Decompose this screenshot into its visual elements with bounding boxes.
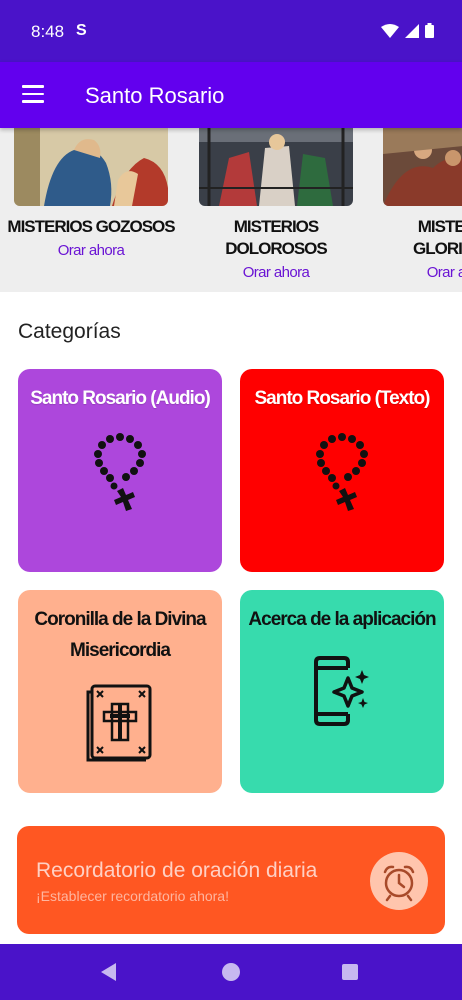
rosary-icon (94, 433, 146, 511)
reminder-title: Recordatorio de oración diaria (36, 859, 318, 882)
tile-rosary-audio[interactable]: Santo Rosario (Audio) (18, 369, 222, 572)
home-icon[interactable] (222, 963, 240, 981)
tile-label: Acerca de la aplicación (248, 609, 436, 630)
tile-label: Santo Rosario (Texto) (254, 388, 431, 409)
mystery-image (199, 128, 353, 206)
mystery-image (383, 128, 462, 206)
tile-label: Coronilla de la Divina Misericordia (34, 609, 206, 661)
sync-icon: S (76, 22, 87, 39)
mysteries-carousel[interactable]: MISTERIOS GOZOSOS Orar ahora MISTERIOS D… (0, 128, 462, 292)
pray-now-link[interactable]: Orar ahora (370, 264, 462, 281)
mystery-title: MISTERIOS GOZOSOS (7, 217, 175, 236)
mystery-card-gloriosos[interactable]: MISTERIOS GLORIOSOS Orar ahora (370, 128, 462, 281)
mystery-card-gozosos[interactable]: MISTERIOS GOZOSOS Orar ahora (1, 128, 181, 259)
reminder-subtitle: ¡Establecer recordatorio ahora! (36, 888, 229, 904)
battery-icon (425, 23, 434, 38)
bible-icon (86, 684, 152, 762)
recent-apps-icon[interactable] (342, 964, 358, 980)
wifi-icon (381, 23, 399, 38)
categories-title: Categorías (18, 320, 121, 343)
back-icon[interactable] (101, 963, 116, 981)
signal-icon (405, 23, 419, 38)
app-title: Santo Rosario (85, 83, 225, 108)
status-bar: 8:48 S (0, 0, 462, 62)
system-nav-bar (0, 944, 462, 1000)
tile-about[interactable]: Acerca de la aplicación (240, 590, 444, 793)
status-time: 8:48 (31, 22, 65, 41)
pray-now-link[interactable]: Orar ahora (1, 242, 181, 259)
mystery-title: MISTERIOS DOLOROSOS (225, 217, 328, 258)
daily-reminder-card[interactable]: Recordatorio de oración diaria ¡Establec… (17, 826, 445, 934)
menu-icon[interactable] (22, 85, 44, 103)
phone-sparkle-icon (314, 656, 369, 726)
tile-rosary-text[interactable]: Santo Rosario (Texto) (240, 369, 444, 572)
alarm-button[interactable] (370, 852, 428, 910)
tile-label: Santo Rosario (Audio) (30, 388, 211, 409)
mystery-image (14, 128, 168, 206)
status-icons (381, 23, 434, 38)
mystery-title: MISTERIOS GLORIOSOS (413, 217, 462, 258)
tile-divine-mercy[interactable]: Coronilla de la Divina Misericordia (18, 590, 222, 793)
rosary-icon (316, 433, 368, 511)
app-bar: Santo Rosario (0, 62, 462, 128)
pray-now-link[interactable]: Orar ahora (186, 264, 366, 281)
alarm-clock-icon (383, 865, 415, 902)
mystery-card-dolorosos[interactable]: MISTERIOS DOLOROSOS Orar ahora (186, 128, 366, 281)
